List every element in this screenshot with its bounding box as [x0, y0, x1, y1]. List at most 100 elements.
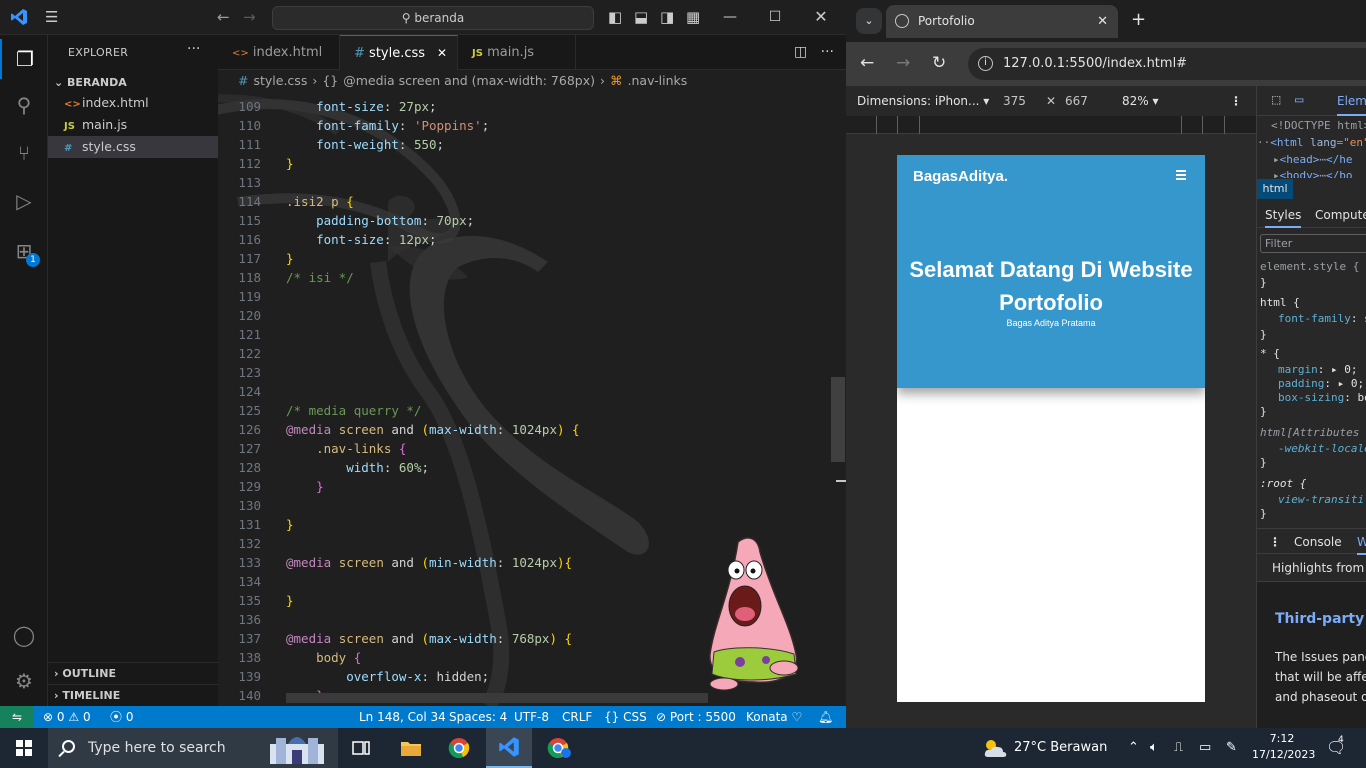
- code-line[interactable]: 128 width: 60%;: [218, 458, 828, 477]
- tab-console[interactable]: Console: [1294, 529, 1342, 555]
- code-line[interactable]: 109 font-size: 27px;: [218, 97, 828, 116]
- code-line[interactable]: 131}: [218, 515, 828, 534]
- account-status[interactable]: Konata ♡: [746, 706, 802, 728]
- code-line[interactable]: 119: [218, 287, 828, 306]
- toggle-panel-icon[interactable]: ⬓: [634, 8, 648, 26]
- more-actions-icon[interactable]: ···: [821, 44, 834, 60]
- split-editor-icon[interactable]: ◫: [794, 44, 807, 60]
- tab-index-html[interactable]: <> index.html: [218, 35, 340, 70]
- chevron-up-icon[interactable]: ⌃: [1128, 728, 1139, 768]
- cursor-position[interactable]: Ln 148, Col 34: [359, 706, 446, 728]
- more-actions-icon[interactable]: ···: [187, 41, 200, 57]
- battery-icon[interactable]: ▭: [1199, 728, 1211, 768]
- weather-icon[interactable]: [982, 728, 1008, 768]
- code-line[interactable]: 115 padding-bottom: 70px;: [218, 211, 828, 230]
- code-line[interactable]: 127 .nav-links {: [218, 439, 828, 458]
- forward-arrow-icon[interactable]: →: [243, 8, 256, 26]
- outline-section[interactable]: › OUTLINE: [48, 662, 218, 684]
- device-height[interactable]: 667: [1065, 86, 1088, 116]
- taskbar-clock[interactable]: 7:12 17/12/2023: [1252, 731, 1315, 763]
- code-line[interactable]: 124: [218, 382, 828, 401]
- tab-elements[interactable]: Eleme: [1337, 86, 1366, 116]
- drawer-menu-icon[interactable]: ⋮: [1269, 529, 1281, 555]
- breadcrumb-file[interactable]: style.css: [253, 73, 307, 88]
- source-control-icon[interactable]: ⑂: [0, 133, 48, 173]
- code-line[interactable]: 126 @media screen and (max-width: 1024px)…: [218, 420, 828, 439]
- vscode-taskbar-icon[interactable]: [486, 728, 532, 768]
- ports-indicator[interactable]: ⦿ 0: [110, 706, 133, 728]
- close-button[interactable]: ✕: [811, 7, 831, 27]
- tab-main-js[interactable]: JS main.js: [458, 35, 576, 70]
- chrome-taskbar-icon[interactable]: [436, 728, 482, 768]
- explorer-icon[interactable]: ❐: [0, 39, 48, 79]
- device-select[interactable]: Dimensions: iPhon... ▾: [857, 86, 989, 116]
- device-width[interactable]: 375: [1003, 86, 1026, 116]
- dom-breadcrumb-html[interactable]: html: [1257, 179, 1293, 199]
- hamburger-menu-icon[interactable]: [1176, 170, 1186, 180]
- zoom-select[interactable]: 82% ▾: [1122, 86, 1159, 116]
- third-party-heading[interactable]: Third-party: [1275, 611, 1364, 627]
- extensions-icon[interactable]: ⊞ 1: [0, 231, 48, 271]
- inspect-element-icon[interactable]: ⬚: [1272, 92, 1280, 108]
- customize-layout-icon[interactable]: ▦: [686, 8, 700, 26]
- address-bar[interactable]: i 127.0.0.1:5500/index.html#: [968, 48, 1366, 80]
- new-tab-plus-icon[interactable]: +: [1131, 10, 1146, 30]
- code-line[interactable]: 120: [218, 306, 828, 325]
- minimize-button[interactable]: —: [720, 7, 740, 27]
- code-editor[interactable]: 109 font-size: 27px; 110 font-family: 'Po…: [218, 92, 846, 706]
- toggle-sidebar-icon[interactable]: ◧: [608, 8, 622, 26]
- file-index-html[interactable]: <>index.html: [48, 92, 218, 114]
- styles-filter-input[interactable]: Filter: [1260, 234, 1366, 253]
- speaker-icon[interactable]: 🔈︎: [1150, 728, 1158, 768]
- forward-arrow-icon[interactable]: →: [896, 53, 910, 73]
- device-toolbar-toggle-icon[interactable]: ▭: [1295, 92, 1303, 108]
- settings-gear-icon[interactable]: ⚙: [0, 661, 48, 701]
- notifications-bell-icon[interactable]: 🔔︎: [818, 706, 833, 728]
- code-line[interactable]: 118 /* isi */: [218, 268, 828, 287]
- task-view-icon[interactable]: [338, 728, 384, 768]
- language-mode[interactable]: {} CSS: [604, 706, 647, 728]
- dom-head-node[interactable]: ▸<head>⋯</he: [1273, 152, 1366, 168]
- site-logo[interactable]: BagasAditya.: [913, 168, 1008, 185]
- tab-computed[interactable]: Compute: [1315, 202, 1366, 228]
- code-line[interactable]: 111 font-weight: 550;: [218, 135, 828, 154]
- pen-icon[interactable]: ✎: [1226, 728, 1237, 768]
- dom-doctype[interactable]: <!DOCTYPE html>: [1271, 118, 1366, 134]
- device-more-icon[interactable]: ⋮: [1230, 86, 1242, 116]
- tab-search-chevron-icon[interactable]: ⌄: [856, 8, 882, 34]
- weather-text[interactable]: 27°C Berawan: [1014, 728, 1107, 768]
- code-line[interactable]: 117}: [218, 249, 828, 268]
- dom-html-node[interactable]: ··<html lang="en": [1257, 135, 1366, 151]
- code-line[interactable]: 112}: [218, 154, 828, 173]
- horizontal-scrollbar-thumb[interactable]: [286, 693, 708, 703]
- code-line[interactable]: 125 /* media querry */: [218, 401, 828, 420]
- encoding[interactable]: UTF-8: [514, 706, 549, 728]
- vertical-scrollbar-thumb[interactable]: [831, 377, 845, 462]
- code-line[interactable]: 129 }: [218, 477, 828, 496]
- dom-body-node[interactable]: ▸<body>⋯</bo: [1273, 168, 1366, 178]
- tab-whats-new[interactable]: W: [1357, 529, 1366, 555]
- breadcrumb-media[interactable]: @media screen and (max-width: 768px): [343, 73, 595, 88]
- chrome-profile-taskbar-icon[interactable]: [536, 728, 582, 768]
- close-tab-icon[interactable]: ✕: [1097, 5, 1108, 38]
- chrome-tab-portofolio[interactable]: Portofolio ✕: [886, 5, 1118, 38]
- live-server-port[interactable]: ⊘ Port : 5500: [656, 706, 736, 728]
- run-debug-icon[interactable]: ▷: [0, 181, 48, 221]
- site-info-icon[interactable]: i: [978, 56, 993, 71]
- close-tab-icon[interactable]: ✕: [437, 36, 447, 71]
- command-center-search[interactable]: ⚲ beranda: [272, 6, 594, 30]
- maximize-button[interactable]: ☐: [765, 7, 785, 27]
- code-line[interactable]: 122: [218, 344, 828, 363]
- toggle-secondary-sidebar-icon[interactable]: ◨: [660, 8, 674, 26]
- taskbar-search-box[interactable]: Type here to search: [48, 728, 338, 768]
- code-line[interactable]: 116 font-size: 12px;: [218, 230, 828, 249]
- remote-indicator-icon[interactable]: ⇋: [0, 706, 34, 728]
- tab-styles[interactable]: Styles: [1265, 202, 1302, 228]
- code-line[interactable]: 123: [218, 363, 828, 382]
- back-arrow-icon[interactable]: ←: [860, 53, 874, 73]
- file-main-js[interactable]: JS main.js: [48, 114, 218, 136]
- search-view-icon[interactable]: ⚲: [0, 85, 48, 125]
- network-icon[interactable]: ⎍: [1174, 728, 1183, 768]
- reload-icon[interactable]: ↻: [932, 53, 946, 73]
- back-arrow-icon[interactable]: ←: [217, 8, 230, 26]
